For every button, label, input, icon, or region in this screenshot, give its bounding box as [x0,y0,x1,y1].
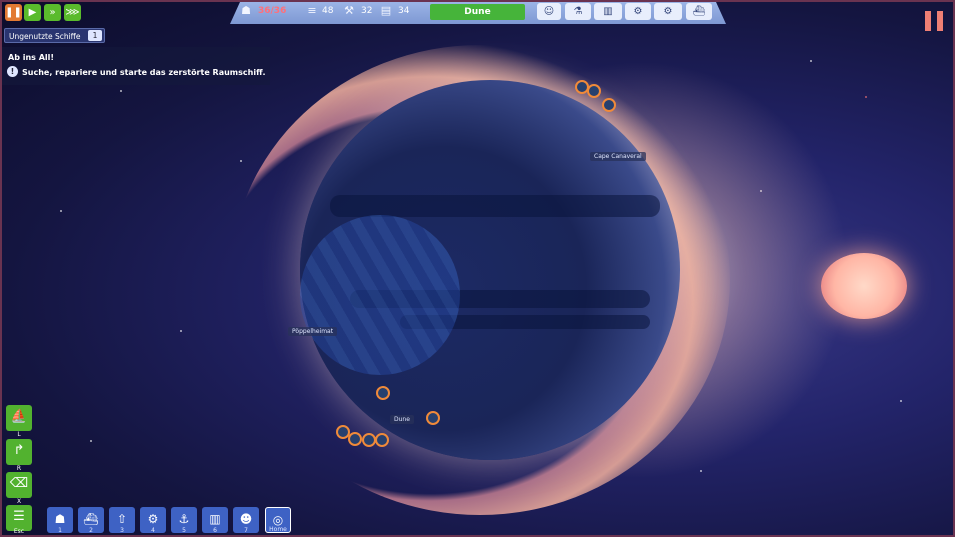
build-category-3[interactable]: ⇧ 3 [109,507,135,534]
shortcut-key: 5 [182,527,186,534]
factory-icon: ▥ [209,512,221,526]
unit-marker[interactable] [376,386,390,400]
unit-marker[interactable] [375,433,389,447]
cloud-band [330,195,660,217]
wood-icon: ≡ [307,4,317,17]
demolish-tool-button[interactable]: ⌫ X [6,472,32,505]
factory-button[interactable]: ▥ [594,3,622,20]
boat-icon: ⛵ [10,409,28,424]
research-button[interactable]: ⚗ [565,3,591,20]
build-category-1[interactable]: ☗ 1 [47,507,73,534]
speed-2-button[interactable]: » [44,4,61,21]
unit-marker[interactable] [348,432,362,446]
gears-icon: ⚙ [147,512,159,526]
resource-a-count: 48 [322,6,334,16]
location-label-dune[interactable]: Dune [390,415,414,424]
focus-home-button[interactable]: ◎ Home [265,507,291,533]
unused-ships-panel[interactable]: Ungenutzte Schiffe 1 [4,28,105,43]
factory-icon: ▥ [603,6,613,17]
pause-button[interactable]: ❚❚ [5,4,22,21]
build-category-2[interactable]: ⛴ 2 [78,507,104,534]
research-icon: ⚗ [573,6,583,17]
ship-icon: ⛴ [692,6,706,17]
unused-ships-label: Ungenutzte Schiffe [9,32,81,41]
tools-icon: ⚒ [344,4,354,17]
shortcut-key: 7 [244,527,248,534]
road-icon: ↱ [13,443,25,458]
sun [821,253,907,319]
unit-marker[interactable] [362,433,376,447]
resource-b-count: 32 [361,6,373,16]
resource-c-count: 34 [398,6,410,16]
shortcut-key: 6 [213,527,217,534]
stone-icon: ▤ [380,4,392,17]
quest-description: Suche, repariere und starte das zerstört… [22,68,266,77]
main-menu-button[interactable]: ☰ Esc [6,505,32,535]
shortcut-key: 4 [151,527,155,534]
harbor-icon: ⚓ [178,512,190,526]
quest-info-icon: ! [7,66,18,77]
rocket-icon: ⇧ [116,512,128,526]
menu-icon: ☰ [13,509,25,524]
population-count: 36/36 [258,6,287,16]
build-category-6[interactable]: ▥ 6 [202,507,228,534]
demolish-icon: ⌫ [9,476,29,491]
settings-icon: ⚙ [633,6,643,17]
mood-button[interactable]: ☺ [537,3,561,20]
build-category-5[interactable]: ⚓ 5 [171,507,197,534]
unit-marker[interactable] [602,98,616,112]
shortcut-key: 2 [89,527,93,534]
focus-icon: ◎ [272,513,284,527]
location-label-cape-canaveral[interactable]: Cape Canaveral [590,152,646,161]
worker-icon: ☻ [239,512,253,526]
boat-build-icon: ⛴ [83,512,99,526]
road-tool-button[interactable]: ↱ R [6,439,32,472]
population-icon: ☗ [241,4,251,17]
unit-marker[interactable] [426,411,440,425]
location-label-home[interactable]: Pöppelheimat [288,327,338,336]
settings-button[interactable]: ⚙ [625,3,651,20]
unused-ships-count: 1 [88,30,102,41]
quest-title: Ab ins All! [8,53,55,62]
gears-button[interactable]: ⚙ [654,3,682,20]
shortcut-key: Home [269,526,287,533]
unit-marker[interactable] [587,84,601,98]
shortcut-key: 3 [120,527,124,534]
game-pause-indicator[interactable] [925,11,943,31]
location-button[interactable]: Dune [430,4,525,20]
build-category-7[interactable]: ☻ 7 [233,507,259,534]
ship-button[interactable]: ⛴ [686,3,712,20]
boat-tool-button[interactable]: ⛵ L [6,405,32,438]
speed-3-button[interactable]: ⋙ [64,4,81,21]
speed-1-button[interactable]: ▶ [24,4,41,21]
hex-territory[interactable] [300,215,460,375]
build-category-4[interactable]: ⚙ 4 [140,507,166,534]
population-icon: ☗ [54,512,66,526]
gears-icon: ⚙ [663,6,673,17]
shortcut-key: Esc [13,528,25,535]
mood-icon: ☺ [543,6,555,17]
shortcut-key: 1 [58,527,62,534]
shortcut-key: L [17,431,21,438]
